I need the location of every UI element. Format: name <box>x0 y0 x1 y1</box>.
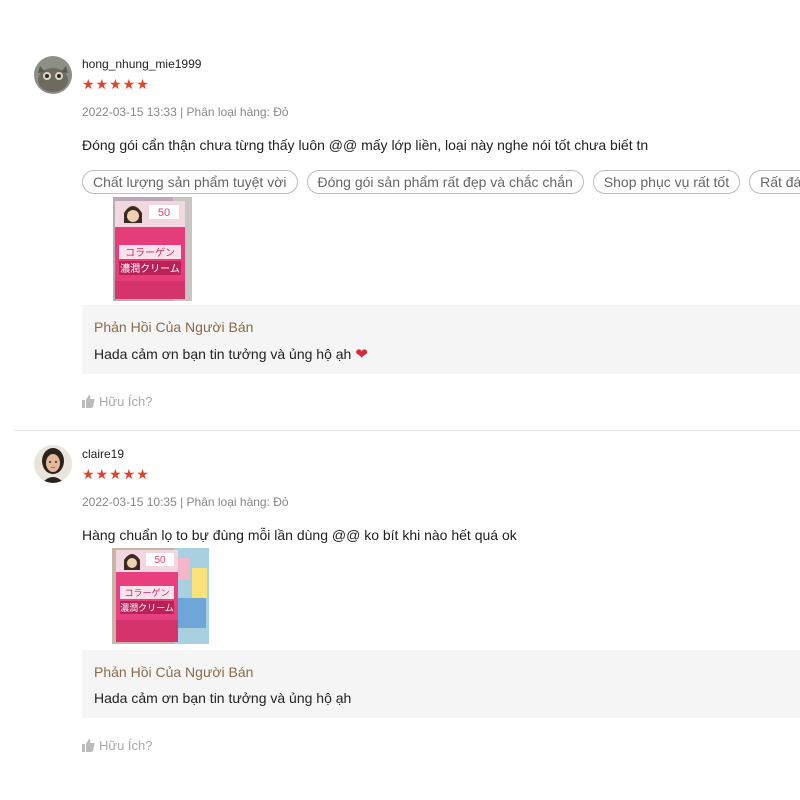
reviewer-username: hong_nhung_mie1999 <box>82 57 202 71</box>
review-tag: Chất lượng sản phẩm tuyệt vời <box>82 170 298 194</box>
review-comment: Hàng chuẩn lọ to bự đùng mỗi lần dùng @@… <box>82 527 517 543</box>
seller-reply: Phản Hồi Của Người Bán Hada cảm ơn bạn t… <box>82 650 800 718</box>
review-tag: Shop phục vụ rất tốt <box>592 170 741 194</box>
thumbs-up-icon <box>82 395 95 408</box>
helpful-button[interactable]: Hữu Ích? <box>82 738 153 753</box>
svg-text:濃潤クリーム: 濃潤クリーム <box>120 602 174 614</box>
rating-stars: ★★★★★ <box>82 76 150 92</box>
review-meta: 2022-03-15 13:33 | Phân loại hàng: Đỏ <box>82 105 289 119</box>
seller-reply-text: Hada cảm ơn bạn tin tưởng và ủng hộ ạh ❤ <box>94 345 368 363</box>
helpful-label: Hữu Ích? <box>99 738 153 753</box>
svg-text:コラーゲン: コラーゲン <box>124 587 169 599</box>
svg-text:濃潤クリーム: 濃潤クリーム <box>120 262 180 275</box>
helpful-label: Hữu Ích? <box>99 394 153 409</box>
review-tags: Chất lượng sản phẩm tuyệt vời Đóng gói s… <box>82 170 800 194</box>
avatar[interactable] <box>34 445 72 483</box>
heart-icon: ❤ <box>355 346 368 363</box>
seller-reply-title: Phản Hồi Của Người Bán <box>94 319 254 335</box>
review-photo[interactable]: 50 コラーゲン 濃潤クリーム <box>112 548 209 644</box>
review-tag: Rất đáng <box>749 170 800 194</box>
svg-text:50: 50 <box>158 207 170 219</box>
review-tag: Đóng gói sản phẩm rất đẹp và chắc chắn <box>306 170 584 194</box>
seller-reply-message: Hada cảm ơn bạn tin tưởng và ủng hộ ạh <box>94 690 352 706</box>
helpful-button[interactable]: Hữu Ích? <box>82 394 153 409</box>
thumbs-up-icon <box>82 739 95 752</box>
seller-reply: Phản Hồi Của Người Bán Hada cảm ơn bạn t… <box>82 305 800 374</box>
review-divider <box>14 430 800 431</box>
review-comment: Đóng gói cẩn thận chưa từng thấy luôn @@… <box>82 137 649 153</box>
seller-reply-message: Hada cảm ơn bạn tin tưởng và ủng hộ ạh <box>94 346 352 362</box>
svg-text:50: 50 <box>154 555 166 566</box>
seller-reply-title: Phản Hồi Của Người Bán <box>94 664 254 680</box>
seller-reply-text: Hada cảm ơn bạn tin tưởng và ủng hộ ạh <box>94 690 351 706</box>
review-meta: 2022-03-15 10:35 | Phân loại hàng: Đỏ <box>82 495 289 509</box>
avatar[interactable] <box>34 56 72 94</box>
rating-stars: ★★★★★ <box>82 466 150 482</box>
reviewer-username: claire19 <box>82 447 125 461</box>
svg-text:コラーゲン: コラーゲン <box>125 247 175 259</box>
review-photo[interactable]: 50 コラーゲン 濃潤クリーム <box>113 197 192 301</box>
